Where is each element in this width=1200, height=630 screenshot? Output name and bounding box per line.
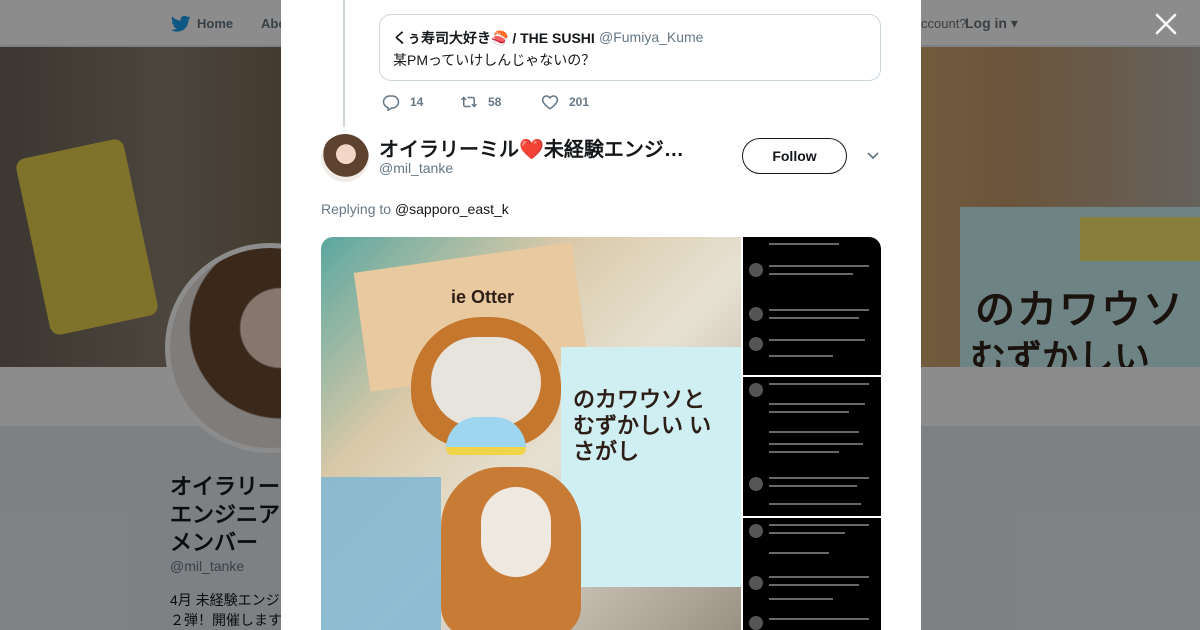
screenshot-avatar [749,337,763,351]
screenshot-text-line [769,485,857,487]
screenshot-avatar [749,616,763,630]
replying-to-mention[interactable]: @sapporo_east_k [395,201,509,217]
author-handle[interactable]: @mil_tanke [379,160,453,176]
screenshot-text-line [769,618,869,620]
screenshot-text-line [769,339,865,341]
quoted-tweet-author: くぅ寿司大好き🍣 / THE SUSHI [393,30,595,46]
replying-to: Replying to @sapporo_east_k [321,201,509,217]
follow-button[interactable]: Follow [742,138,847,174]
thread-connector [343,0,345,127]
screenshot-text-line [769,532,845,534]
photo-otter-belly [481,487,551,577]
screenshot-text-line [769,443,863,445]
screenshot-text-line [769,503,861,505]
reply-icon [382,95,400,111]
quoted-tweet-text: 某PMっていけしんじゃないの？ [393,52,596,68]
tweet-photo-screenshot-3[interactable] [743,518,881,630]
reply-button[interactable]: 14 [382,92,423,112]
screenshot-text-line [769,584,859,586]
replying-to-prefix: Replying to [321,201,392,217]
screenshot-text-line [769,403,865,405]
photo-book-front-title: のカワウソと むずかしい いさがし [573,387,712,464]
retweet-icon [460,96,478,108]
photo-book-front [561,347,741,587]
tweet-modal: くぅ寿司大好き🍣 / THE SUSHI @Fumiya_Kume 某PMってい… [281,0,921,630]
author-name[interactable]: オイラリーミル❤️未経験エンジニア… [379,133,699,162]
quoted-tweet-handle: @Fumiya_Kume [599,29,704,45]
retweet-button[interactable]: 58 [460,92,501,112]
like-button[interactable]: 201 [541,92,589,112]
photo-otter-face [431,337,541,427]
screenshot-text-line [769,477,869,479]
screenshot-avatar [749,263,763,277]
tweet-photo-main[interactable]: ie Otter のカワウソと むずかしい いさがし [321,237,741,630]
screenshot-avatar [749,307,763,321]
author-avatar[interactable] [321,134,369,182]
screenshot-text-line [769,355,833,357]
like-count: 201 [569,95,590,109]
screenshot-text-line [769,273,853,275]
photo-book-back-title: ie Otter [451,287,515,307]
chevron-down-icon[interactable] [866,149,880,163]
screenshot-avatar [749,383,763,397]
screenshot-text-line [769,524,869,526]
photo-bag [321,477,441,630]
tweet-photo-screenshot-1[interactable] [743,237,881,375]
screenshot-text-line [769,309,869,311]
screenshot-text-line [769,317,859,319]
screenshot-avatar [749,576,763,590]
screenshot-avatar [749,524,763,538]
screenshot-text-line [769,576,869,578]
heart-icon [541,95,559,110]
retweet-count: 58 [488,95,502,109]
screenshot-text-line [769,451,839,453]
screenshot-text-line [769,383,869,385]
screenshot-text-line [769,265,869,267]
quoted-tweet[interactable]: くぅ寿司大好き🍣 / THE SUSHI @Fumiya_Kume 某PMってい… [379,14,881,81]
reply-count: 14 [410,95,424,109]
screenshot-text-line [769,552,829,554]
screenshot-text-line [769,243,839,245]
screenshot-avatar [749,477,763,491]
screenshot-text-line [769,431,859,433]
close-icon[interactable] [1154,12,1178,36]
tweet-photo-screenshot-2[interactable] [743,377,881,516]
screenshot-text-line [769,411,849,413]
screenshot-text-line [769,598,833,600]
